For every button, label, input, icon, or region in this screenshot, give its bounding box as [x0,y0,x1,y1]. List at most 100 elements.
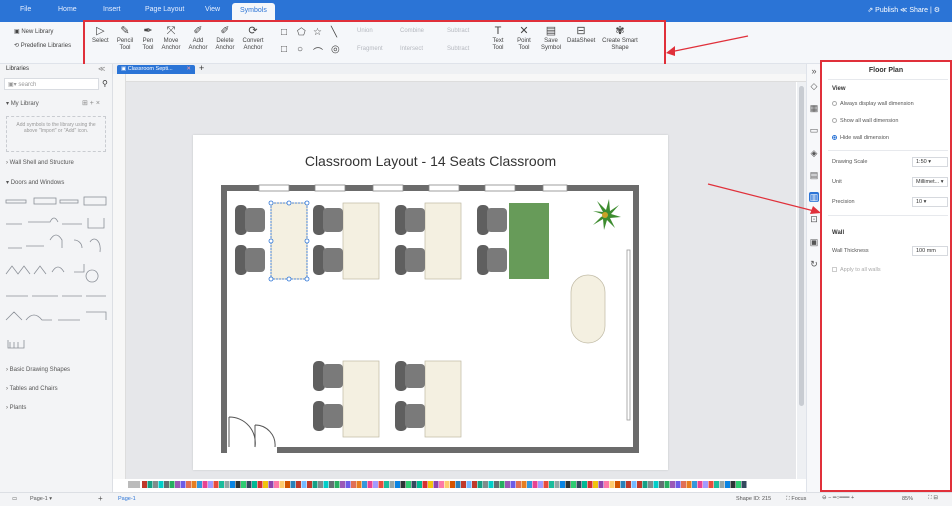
color-swatch[interactable] [477,481,483,488]
color-swatch[interactable] [725,481,730,488]
scroll-thumb[interactable] [799,86,804,406]
option-hide[interactable]: Hide wall dimension [832,135,889,141]
color-swatch[interactable] [543,481,549,488]
color-swatch[interactable] [703,481,708,488]
color-swatch[interactable] [334,481,340,488]
color-swatch[interactable] [384,481,389,488]
select-tool-button[interactable]: ▷ Select [92,25,109,45]
color-swatch[interactable] [417,481,422,488]
color-swatch[interactable] [604,481,609,488]
color-swatch[interactable] [433,481,439,488]
library-actions-icon[interactable]: ⊞ + × [82,99,100,107]
collapse-icon[interactable]: ≪ [98,65,105,73]
color-swatch[interactable] [208,481,213,488]
color-swatch[interactable] [219,481,224,488]
color-swatch[interactable] [549,481,554,488]
color-swatch[interactable] [268,481,274,488]
color-swatch[interactable] [356,481,362,488]
color-swatch[interactable] [307,481,312,488]
color-swatch[interactable] [582,481,587,488]
color-swatch[interactable] [653,481,659,488]
point-tool-button[interactable]: ✕ Point Tool [515,25,533,52]
color-swatch[interactable] [631,481,637,488]
color-swatch[interactable] [422,481,428,488]
menu-page-layout[interactable]: Page Layout [145,6,184,13]
color-swatch[interactable] [164,481,169,488]
page-layout-icon[interactable]: ▭ [12,496,17,502]
color-swatch[interactable] [736,481,741,488]
color-swatch[interactable] [499,481,505,488]
color-swatch[interactable] [714,481,719,488]
history-icon[interactable]: ↻ [809,259,819,269]
zoom-level[interactable]: 85% [902,496,913,502]
apply-all-walls-checkbox[interactable]: Apply to all walls [832,267,881,273]
pencil-tool-button[interactable]: ✎ Pencil Tool [116,25,134,52]
color-swatch[interactable] [362,481,367,488]
option-always-display[interactable]: Always display wall dimension [832,101,914,107]
drawing-page[interactable]: Classroom Layout - 14 Seats Classroom [193,135,668,470]
category-wall-shell[interactable]: › Wall Shell and Structure [6,160,74,166]
doors-windows-symbols[interactable] [4,192,110,352]
category-basic-drawing[interactable]: › Basic Drawing Shapes [6,367,70,373]
comment-icon[interactable]: ▣ [809,237,819,247]
expand-panel-icon[interactable]: » [809,66,819,76]
color-swatch[interactable] [246,481,252,488]
color-swatch[interactable] [670,481,675,488]
color-swatch[interactable] [472,481,477,488]
color-swatch[interactable] [213,481,219,488]
color-swatch[interactable] [719,481,725,488]
convert-anchor-button[interactable]: ⟳ Convert Anchor [241,25,265,52]
menu-view[interactable]: View [205,6,220,13]
color-swatch[interactable] [488,481,494,488]
unit-select[interactable]: Millimet... ▾ [912,177,948,187]
search-icon[interactable]: ⚲ [102,79,108,88]
my-library-item[interactable]: ▾ My Library [6,100,39,107]
color-swatch[interactable] [692,481,697,488]
color-swatch[interactable] [257,481,263,488]
subtract-button[interactable]: Subtract [447,28,469,35]
page-tab[interactable]: Page-1 [118,496,136,502]
color-swatch[interactable] [510,481,516,488]
color-swatch[interactable] [186,481,191,488]
rectangle-shape-icon[interactable]: □ [281,27,287,38]
color-swatch[interactable] [521,481,527,488]
color-swatch[interactable] [565,481,571,488]
color-swatch[interactable] [378,481,384,488]
color-swatch[interactable] [153,481,158,488]
combine-button[interactable]: Combine [400,28,424,35]
color-swatch[interactable] [389,481,395,488]
color-swatch[interactable] [274,481,279,488]
color-swatch[interactable] [538,481,543,488]
color-swatch[interactable] [428,481,433,488]
color-swatch[interactable] [340,481,345,488]
color-swatch[interactable] [664,481,670,488]
color-swatch[interactable] [637,481,642,488]
add-tab-icon[interactable]: + [199,63,204,73]
option-show-all[interactable]: Show all wall dimension [832,118,898,124]
color-swatch[interactable] [560,481,565,488]
add-page-icon[interactable]: + [98,494,103,503]
color-swatch[interactable] [576,481,582,488]
layers-icon[interactable]: ◈ [809,148,819,158]
color-swatch[interactable] [147,481,153,488]
ring-shape-icon[interactable]: ◎ [331,44,340,55]
pentagon-shape-icon[interactable]: ⬠ [297,27,306,38]
fill-icon[interactable]: ◇ [809,81,819,91]
union-button[interactable]: Union [357,28,373,35]
delete-anchor-button[interactable]: ✐ Delete Anchor [214,25,236,52]
color-swatch[interactable] [351,481,356,488]
color-swatch[interactable] [697,481,703,488]
color-swatch[interactable] [395,481,400,488]
create-smart-shape-button[interactable]: ✾ Create Smart Shape [600,25,640,52]
color-swatch[interactable] [169,481,175,488]
color-swatch[interactable] [202,481,208,488]
color-swatch[interactable] [615,481,620,488]
category-tables-chairs[interactable]: › Tables and Chairs [6,386,58,392]
save-symbol-button[interactable]: ▤ Save Symbol [541,25,561,52]
new-library-button[interactable]: ▣ New Library [14,28,53,35]
move-anchor-button[interactable]: ⤧ Move Anchor [160,25,182,52]
color-swatch[interactable] [483,481,488,488]
floor-plan-icon[interactable]: ▥ [809,192,819,202]
color-swatch[interactable] [494,481,499,488]
square-shape-icon[interactable]: □ [281,44,287,55]
